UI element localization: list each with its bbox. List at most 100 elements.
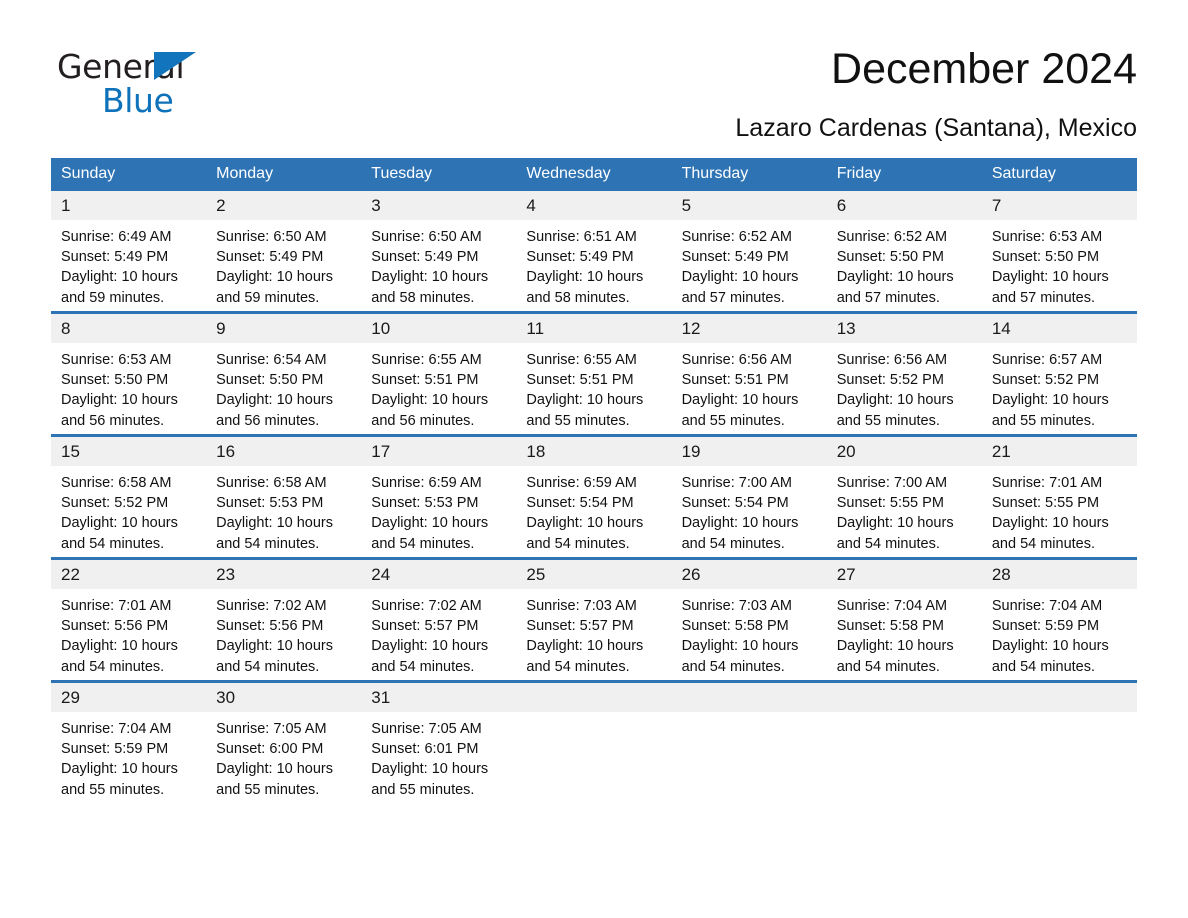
day-details: Sunrise: 7:01 AM Sunset: 5:56 PM Daylight:… <box>51 589 206 677</box>
daylight-duration-line1: Daylight: 10 hours <box>216 269 334 286</box>
day-number: 12 <box>671 314 827 343</box>
daylight-duration-line2: and 54 minutes. <box>526 658 630 675</box>
calendar-day-cell[interactable]: 27 Sunrise: 7:04 AM Sunset: 5:58 PM Dayligh… <box>826 557 982 682</box>
daylight-duration-line1: Daylight: 10 hours <box>371 392 489 409</box>
calendar-day-cell[interactable]: 30 Sunrise: 7:05 AM Sunset: 6:00 PM Dayligh… <box>206 680 362 803</box>
calendar-week-row: 15 Sunrise: 6:58 AM Sunset: 5:52 PM Dayligh… <box>51 434 1137 559</box>
daylight-duration-line1: Daylight: 10 hours <box>216 638 334 655</box>
calendar-day-cell[interactable]: 2 Sunrise: 6:50 AM Sunset: 5:49 PM Daylight… <box>206 191 362 313</box>
sunrise-time: Sunrise: 7:05 AM <box>216 721 327 737</box>
sunset-time: Sunset: 5:58 PM <box>681 618 789 635</box>
day-number: 8 <box>51 314 207 343</box>
daylight-duration-line2: and 55 minutes. <box>681 412 785 429</box>
daylight-duration-line1: Daylight: 10 hours <box>371 515 489 532</box>
calendar-day-cell[interactable]: 11 Sunrise: 6:55 AM Sunset: 5:51 PM Dayligh… <box>516 311 672 436</box>
day-details: Sunrise: 7:02 AM Sunset: 5:56 PM Daylight:… <box>206 589 361 677</box>
daylight-duration-line1: Daylight: 10 hours <box>681 269 799 286</box>
calendar-day-cell[interactable]: 22 Sunrise: 7:01 AM Sunset: 5:56 PM Dayligh… <box>51 557 207 682</box>
daylight-duration-line1: Daylight: 10 hours <box>526 638 644 655</box>
daylight-duration-line1: Daylight: 10 hours <box>216 515 334 532</box>
day-details: Sunrise: 7:04 AM Sunset: 5:59 PM Daylight:… <box>51 712 206 800</box>
calendar-day-cell[interactable]: 21 Sunrise: 7:01 AM Sunset: 5:55 PM Dayligh… <box>981 434 1137 559</box>
calendar-day-cell[interactable]: 8 Sunrise: 6:53 AM Sunset: 5:50 PM Daylight… <box>51 311 207 436</box>
day-details: Sunrise: 7:00 AM Sunset: 5:54 PM Daylight:… <box>672 466 827 554</box>
calendar-day-cell[interactable]: 1 Sunrise: 6:49 AM Sunset: 5:49 PM Daylight… <box>51 191 207 313</box>
daylight-duration-line2: and 54 minutes. <box>526 535 630 552</box>
weekday-header-tuesday: Tuesday <box>361 158 517 191</box>
daylight-duration-line2: and 54 minutes. <box>991 658 1096 675</box>
daylight-duration-line2: and 57 minutes. <box>681 289 785 306</box>
calendar-day-cell[interactable]: 6 Sunrise: 6:52 AM Sunset: 5:50 PM Daylight… <box>826 191 982 313</box>
day-number: 31 <box>361 683 517 712</box>
sunset-time: Sunset: 5:49 PM <box>526 249 634 266</box>
day-number: 13 <box>826 314 982 343</box>
daylight-duration-line1: Daylight: 10 hours <box>526 515 644 532</box>
sunset-time: Sunset: 5:49 PM <box>216 249 324 266</box>
calendar-day-cell[interactable]: 14 Sunrise: 6:57 AM Sunset: 5:52 PM Dayligh… <box>981 311 1137 436</box>
sunrise-time: Sunrise: 6:50 AM <box>216 229 327 245</box>
calendar-day-cell[interactable]: 25 Sunrise: 7:03 AM Sunset: 5:57 PM Dayligh… <box>516 557 672 682</box>
calendar-body: 1 Sunrise: 6:49 AM Sunset: 5:49 PM Daylight… <box>51 191 1137 803</box>
sunset-time: Sunset: 5:51 PM <box>371 372 479 389</box>
calendar-day-cell[interactable]: 4 Sunrise: 6:51 AM Sunset: 5:49 PM Daylight… <box>516 191 672 313</box>
day-number: 29 <box>51 683 207 712</box>
sunrise-time: Sunrise: 7:01 AM <box>991 475 1103 491</box>
calendar-day-cell-empty <box>981 680 1137 803</box>
calendar-day-cell[interactable]: 29 Sunrise: 7:04 AM Sunset: 5:59 PM Dayligh… <box>51 680 207 803</box>
calendar-day-cell[interactable]: 26 Sunrise: 7:03 AM Sunset: 5:58 PM Dayligh… <box>671 557 827 682</box>
day-number: 18 <box>516 437 672 466</box>
day-details: Sunrise: 6:52 AM Sunset: 5:49 PM Daylight:… <box>672 220 827 308</box>
day-number <box>516 683 672 712</box>
sunrise-time: Sunrise: 6:52 AM <box>836 229 948 245</box>
daylight-duration-line2: and 54 minutes. <box>216 658 320 675</box>
sunset-time: Sunset: 5:51 PM <box>681 372 789 389</box>
daylight-duration-line1: Daylight: 10 hours <box>836 638 954 655</box>
day-details: Sunrise: 6:58 AM Sunset: 5:52 PM Daylight:… <box>51 466 206 554</box>
day-details: Sunrise: 7:03 AM Sunset: 5:58 PM Daylight:… <box>672 589 827 677</box>
sunset-time: Sunset: 5:57 PM <box>526 618 634 635</box>
calendar-day-cell[interactable]: 20 Sunrise: 7:00 AM Sunset: 5:55 PM Dayligh… <box>826 434 982 559</box>
calendar-day-cell[interactable]: 15 Sunrise: 6:58 AM Sunset: 5:52 PM Dayligh… <box>51 434 207 559</box>
day-number: 24 <box>361 560 517 589</box>
sunrise-sunset-calendar-table: Sunday Monday Tuesday Wednesday Thursday… <box>51 158 1137 803</box>
calendar-day-cell[interactable]: 23 Sunrise: 7:02 AM Sunset: 5:56 PM Dayligh… <box>206 557 362 682</box>
calendar-day-cell[interactable]: 18 Sunrise: 6:59 AM Sunset: 5:54 PM Dayligh… <box>516 434 672 559</box>
sunrise-time: Sunrise: 6:59 AM <box>526 475 637 491</box>
calendar-day-cell[interactable]: 19 Sunrise: 7:00 AM Sunset: 5:54 PM Dayligh… <box>671 434 827 559</box>
daylight-duration-line2: and 54 minutes. <box>681 535 785 552</box>
daylight-duration-line1: Daylight: 10 hours <box>526 269 644 286</box>
day-number <box>826 683 982 712</box>
calendar-day-cell[interactable]: 13 Sunrise: 6:56 AM Sunset: 5:52 PM Dayligh… <box>826 311 982 436</box>
calendar-day-cell[interactable]: 7 Sunrise: 6:53 AM Sunset: 5:50 PM Daylight… <box>981 191 1137 313</box>
calendar-day-cell[interactable]: 5 Sunrise: 6:52 AM Sunset: 5:49 PM Daylight… <box>671 191 827 313</box>
calendar-day-cell[interactable]: 16 Sunrise: 6:58 AM Sunset: 5:53 PM Dayligh… <box>206 434 362 559</box>
day-number: 16 <box>206 437 362 466</box>
day-number: 11 <box>516 314 672 343</box>
day-number: 10 <box>361 314 517 343</box>
day-details: Sunrise: 7:05 AM Sunset: 6:00 PM Daylight:… <box>206 712 361 800</box>
daylight-duration-line2: and 59 minutes. <box>61 289 165 306</box>
calendar-header-row: Sunday Monday Tuesday Wednesday Thursday… <box>51 158 1137 191</box>
calendar-day-cell[interactable]: 3 Sunrise: 6:50 AM Sunset: 5:49 PM Daylight… <box>361 191 517 313</box>
daylight-duration-line2: and 56 minutes. <box>371 412 475 429</box>
calendar-day-cell[interactable]: 10 Sunrise: 6:55 AM Sunset: 5:51 PM Dayligh… <box>361 311 517 436</box>
daylight-duration-line2: and 57 minutes. <box>836 289 940 306</box>
calendar-day-cell[interactable]: 12 Sunrise: 6:56 AM Sunset: 5:51 PM Dayligh… <box>671 311 827 436</box>
sunrise-time: Sunrise: 7:04 AM <box>836 598 948 614</box>
sunset-time: Sunset: 5:53 PM <box>216 495 324 512</box>
daylight-duration-line1: Daylight: 10 hours <box>61 638 178 655</box>
calendar-day-cell[interactable]: 24 Sunrise: 7:02 AM Sunset: 5:57 PM Dayligh… <box>361 557 517 682</box>
daylight-duration-line2: and 56 minutes. <box>61 412 165 429</box>
sunrise-time: Sunrise: 7:00 AM <box>681 475 792 491</box>
daylight-duration-line1: Daylight: 10 hours <box>526 392 644 409</box>
daylight-duration-line2: and 54 minutes. <box>61 535 165 552</box>
day-details: Sunrise: 6:53 AM Sunset: 5:50 PM Daylight:… <box>51 343 206 431</box>
day-number: 4 <box>516 191 672 220</box>
daylight-duration-line1: Daylight: 10 hours <box>61 761 178 778</box>
calendar-day-cell[interactable]: 17 Sunrise: 6:59 AM Sunset: 5:53 PM Dayligh… <box>361 434 517 559</box>
calendar-day-cell[interactable]: 28 Sunrise: 7:04 AM Sunset: 5:59 PM Dayligh… <box>981 557 1137 682</box>
calendar-day-cell[interactable]: 9 Sunrise: 6:54 AM Sunset: 5:50 PM Daylight… <box>206 311 362 436</box>
calendar-day-cell[interactable]: 31 Sunrise: 7:05 AM Sunset: 6:01 PM Dayligh… <box>361 680 517 803</box>
calendar-day-cell-empty <box>516 680 672 803</box>
generalblue-logo[interactable]: General Blue <box>57 50 257 122</box>
